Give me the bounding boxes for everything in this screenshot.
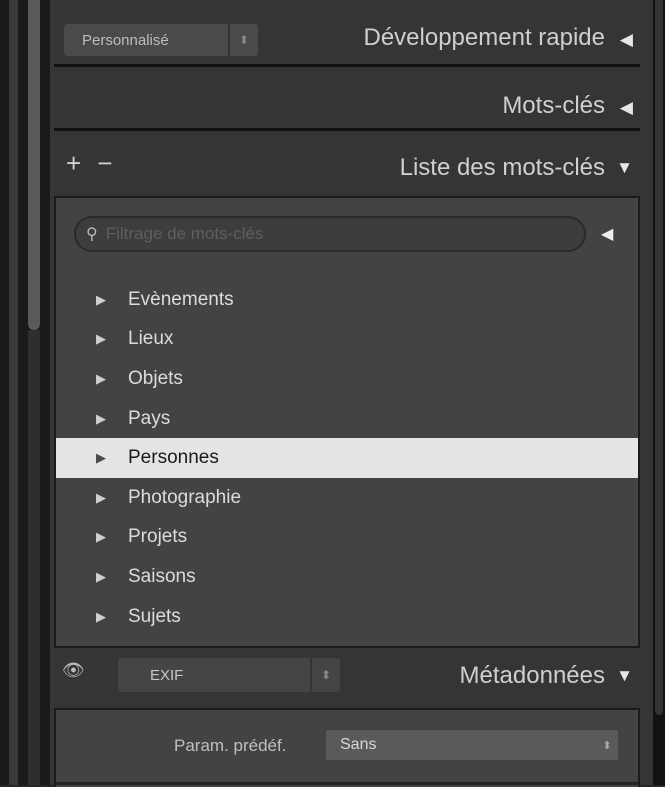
- keyword-filter-input[interactable]: [103, 223, 548, 245]
- keyword-row-evenements[interactable]: ▶ Evènements: [56, 280, 638, 320]
- keywording-header[interactable]: Mots-clés ◀: [50, 68, 653, 128]
- keyword-row-objets[interactable]: ▶ Objets: [56, 359, 638, 399]
- metadata-preset-select[interactable]: Sans ⬍: [326, 730, 618, 760]
- filmstrip-edge: [9, 0, 18, 785]
- triangle-right-icon[interactable]: ▶: [96, 569, 106, 585]
- triangle-down-icon[interactable]: ▼: [616, 158, 633, 178]
- panel-scrollbar-track[interactable]: [28, 330, 40, 785]
- metadata-title: Métadonnées: [459, 662, 605, 689]
- triangle-left-icon[interactable]: ◀: [620, 30, 633, 50]
- add-keyword-button[interactable]: +: [66, 148, 97, 178]
- triangle-left-icon[interactable]: ◀: [620, 98, 633, 118]
- search-icon: ⚲: [86, 226, 98, 243]
- right-scrollbar-thumb[interactable]: [655, 0, 663, 715]
- triangle-left-icon[interactable]: ◀: [601, 224, 613, 244]
- remove-keyword-button[interactable]: −: [97, 148, 128, 178]
- right-panel: Personnalisé ⬍ Développement rapide ◀ Mo…: [50, 0, 653, 787]
- metadata-preset-value: Sans: [340, 736, 377, 753]
- metadata-box: Param. prédéf. Sans ⬍: [54, 708, 640, 787]
- keyword-row-photographie[interactable]: ▶ Photographie: [56, 478, 638, 518]
- keyword-label: Lieux: [128, 328, 174, 350]
- keyword-row-sujets[interactable]: ▶ Sujets: [56, 597, 638, 637]
- triangle-right-icon[interactable]: ▶: [96, 292, 106, 308]
- keyword-label: Personnes: [128, 447, 219, 469]
- keyword-row-saisons[interactable]: ▶ Saisons: [56, 557, 638, 597]
- triangle-down-icon[interactable]: ▼: [616, 666, 633, 686]
- triangle-right-icon[interactable]: ▶: [96, 529, 106, 545]
- keyword-row-personnes[interactable]: ▶ Personnes: [56, 438, 638, 478]
- keyword-label: Saisons: [128, 565, 196, 587]
- keyword-tree: ▶ Evènements ▶ Lieux ▶ Objets ▶ Pays ▶ P…: [56, 280, 638, 636]
- section-divider: [54, 64, 640, 67]
- keyword-label: Projets: [128, 526, 188, 548]
- metadata-header[interactable]: Métadonnées ▼: [50, 650, 653, 702]
- select-arrows-icon: ⬍: [602, 739, 612, 752]
- triangle-right-icon[interactable]: ▶: [96, 331, 106, 347]
- keyword-list-header[interactable]: +− Liste des mots-clés ▼: [50, 134, 653, 194]
- quick-develop-title: Développement rapide: [363, 24, 606, 51]
- triangle-right-icon[interactable]: ▶: [96, 609, 106, 625]
- keyword-label: Evènements: [128, 288, 234, 310]
- keyword-filter[interactable]: ⚲: [74, 216, 586, 252]
- keyword-label: Pays: [128, 407, 171, 429]
- keyword-row-lieux[interactable]: ▶ Lieux: [56, 320, 638, 360]
- keyword-row-projets[interactable]: ▶ Projets: [56, 518, 638, 558]
- triangle-right-icon[interactable]: ▶: [96, 490, 106, 506]
- keyword-list-title: Liste des mots-clés: [399, 154, 605, 181]
- quick-develop-preset-value: Personnalisé: [82, 31, 169, 49]
- keywording-title: Mots-clés: [502, 92, 605, 119]
- triangle-right-icon[interactable]: ▶: [96, 450, 106, 466]
- triangle-right-icon[interactable]: ▶: [96, 411, 106, 427]
- keyword-label: Sujets: [128, 605, 181, 627]
- metadata-preset-label: Param. prédéf.: [174, 736, 287, 755]
- panel-scrollbar-thumb[interactable]: [28, 0, 40, 330]
- section-divider: [54, 128, 640, 131]
- add-remove-controls: +−: [66, 148, 128, 179]
- right-scrollbar[interactable]: [653, 0, 665, 785]
- keyword-label: Objets: [128, 367, 183, 389]
- keyword-row-pays[interactable]: ▶ Pays: [56, 399, 638, 439]
- select-arrows-icon: ⬍: [228, 24, 258, 56]
- left-gutter: [0, 0, 50, 785]
- quick-develop-preset-select[interactable]: Personnalisé ⬍: [64, 24, 258, 56]
- keyword-list-box: ⚲ ◀ ▶ Evènements ▶ Lieux ▶ Objets ▶ Pays…: [54, 196, 640, 648]
- keyword-label: Photographie: [128, 486, 242, 508]
- triangle-right-icon[interactable]: ▶: [96, 371, 106, 387]
